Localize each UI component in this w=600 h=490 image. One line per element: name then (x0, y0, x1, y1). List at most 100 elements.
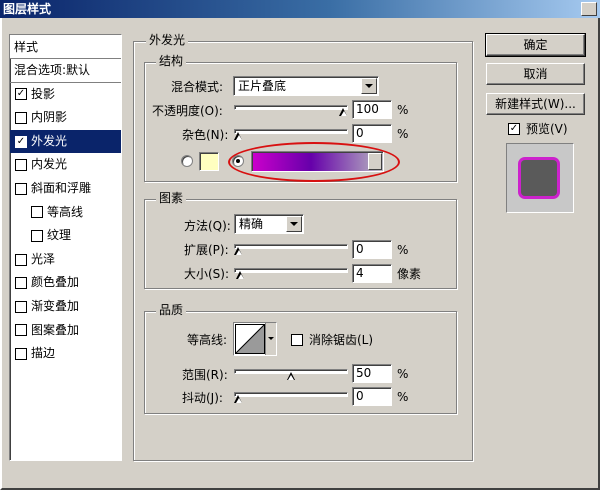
blend-options-item[interactable]: 混合选项:默认 (10, 59, 121, 83)
style-list-item[interactable]: 描边 (10, 342, 121, 366)
quality-title: 品质 (156, 303, 187, 317)
noise-label: 杂色(N): (182, 128, 229, 142)
method-select[interactable]: 精确 (234, 214, 304, 234)
antialias-checkbox[interactable] (291, 334, 303, 346)
noise-input[interactable]: 0 (352, 124, 392, 143)
size-unit: 像素 (397, 267, 422, 281)
elements-title: 图素 (156, 191, 187, 205)
preview-box (506, 143, 574, 213)
style-list-item-label: 等高线 (47, 204, 84, 219)
noise-unit: % (397, 127, 409, 141)
size-label: 大小(S): (184, 267, 230, 281)
highlight-ellipse (228, 142, 400, 182)
style-list-item-label: 外发光 (31, 133, 68, 148)
opacity-unit: % (397, 103, 409, 117)
style-checkbox[interactable] (15, 182, 27, 195)
style-list-item-label: 描边 (31, 346, 56, 361)
style-checkbox[interactable] (31, 206, 43, 219)
style-checkbox[interactable]: ✓ (15, 135, 27, 148)
style-list-item[interactable]: ✓ 外发光 (10, 129, 121, 154)
blend-mode-select[interactable]: 正片叠底 (233, 76, 379, 96)
range-slider-thumb[interactable] (286, 372, 296, 381)
style-list-item[interactable]: 内阴影 (10, 106, 121, 130)
spread-slider[interactable] (234, 241, 348, 255)
style-checkbox[interactable] (15, 347, 27, 360)
style-list-item[interactable]: 纹理 (10, 224, 121, 248)
cancel-button[interactable]: 取消 (486, 63, 585, 85)
preview-label[interactable]: 预览(V) (526, 121, 568, 137)
opacity-input[interactable]: 100 (352, 100, 392, 119)
style-list-item[interactable]: 渐变叠加 (10, 295, 121, 319)
style-list-item-label: 颜色叠加 (31, 275, 80, 290)
blend-mode-label: 混合模式: (171, 80, 224, 94)
style-list-item[interactable]: 斜面和浮雕 (10, 177, 121, 201)
style-list-item-label: 光泽 (31, 251, 56, 266)
method-label: 方法(Q): (184, 219, 231, 233)
style-checkbox[interactable] (15, 253, 27, 266)
noise-slider-thumb[interactable] (234, 132, 243, 141)
style-list-item-label: 图案叠加 (31, 322, 80, 337)
glow-color-swatch[interactable] (199, 152, 219, 171)
style-checkbox[interactable] (15, 300, 27, 313)
title-bar: 图层样式 (0, 0, 600, 18)
spread-label: 扩展(P): (184, 243, 229, 257)
style-checkbox[interactable] (15, 111, 27, 124)
style-checkbox[interactable]: ✓ (15, 88, 27, 101)
style-list-item-label: 投影 (31, 86, 56, 101)
style-list-item[interactable]: 内发光 (10, 153, 121, 177)
range-unit: % (397, 367, 409, 381)
style-checkbox[interactable] (15, 324, 27, 337)
style-list-item[interactable]: 颜色叠加 (10, 271, 121, 295)
style-checkbox[interactable] (31, 229, 43, 242)
range-label: 范围(R): (182, 368, 228, 382)
style-list: 样式 混合选项:默认 ✓ 投影内阴影 ✓ 外发光内发光斜面和浮雕等高线纹理光泽颜色叠加… (9, 34, 122, 461)
opacity-slider[interactable] (234, 102, 348, 116)
style-list-item[interactable]: 图案叠加 (10, 319, 121, 343)
jitter-input[interactable]: 0 (352, 387, 392, 406)
close-button[interactable] (581, 2, 597, 16)
solid-color-radio[interactable] (181, 155, 193, 167)
size-input[interactable]: 4 (352, 264, 392, 283)
style-list-item[interactable]: ✓ 投影 (10, 83, 121, 107)
method-value: 精确 (239, 217, 264, 231)
outer-glow-title: 外发光 (146, 33, 189, 47)
spread-unit: % (397, 243, 409, 257)
window-title: 图层样式 (3, 2, 52, 16)
ok-button[interactable]: 确定 (485, 33, 586, 57)
preview-checkbox[interactable]: ✓ (508, 123, 520, 135)
style-list-item-label: 内阴影 (31, 110, 68, 125)
style-list-item[interactable]: 等高线 (10, 201, 121, 225)
jitter-unit: % (397, 390, 409, 404)
range-slider[interactable] (234, 366, 348, 380)
structure-title: 结构 (156, 54, 187, 68)
style-list-item-label: 斜面和浮雕 (31, 180, 92, 195)
style-list-item-label: 渐变叠加 (31, 298, 80, 313)
style-list-item[interactable]: 光泽 (10, 248, 121, 272)
new-style-button[interactable]: 新建样式(W)... (486, 93, 585, 115)
contour-picker[interactable] (233, 322, 277, 356)
spread-input[interactable]: 0 (352, 240, 392, 259)
opacity-label: 不透明度(O): (152, 104, 223, 118)
jitter-slider-thumb[interactable] (234, 395, 243, 404)
method-chevron-down-icon[interactable] (286, 216, 302, 232)
preview-thumbnail (521, 160, 557, 196)
contour-preview-icon (235, 324, 265, 354)
blend-mode-value: 正片叠底 (238, 79, 287, 93)
contour-label: 等高线: (187, 333, 228, 347)
size-slider[interactable] (234, 265, 348, 279)
style-list-item-label: 内发光 (31, 157, 68, 172)
chevron-down-icon[interactable] (361, 78, 377, 94)
style-checkbox[interactable] (15, 159, 27, 172)
opacity-slider-thumb[interactable] (339, 108, 348, 117)
size-slider-thumb[interactable] (236, 271, 245, 280)
contour-chevron-down-icon[interactable] (265, 323, 276, 355)
style-list-header[interactable]: 样式 (10, 35, 121, 59)
style-checkbox[interactable] (15, 277, 27, 290)
noise-slider[interactable] (234, 126, 348, 140)
jitter-slider[interactable] (234, 389, 348, 403)
style-list-item-label: 纹理 (47, 228, 72, 243)
jitter-label: 抖动(J): (182, 391, 223, 405)
antialias-label[interactable]: 消除锯齿(L) (309, 332, 373, 348)
spread-slider-thumb[interactable] (234, 247, 243, 256)
range-input[interactable]: 50 (352, 364, 392, 383)
